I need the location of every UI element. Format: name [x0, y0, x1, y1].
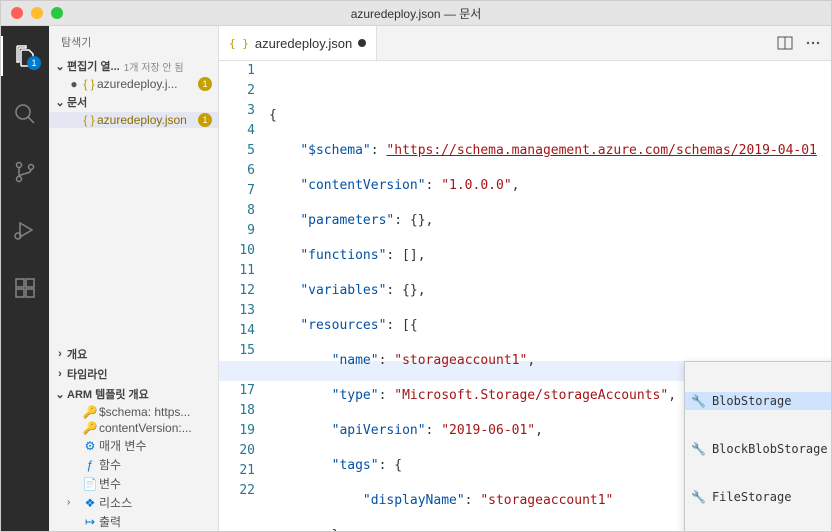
titlebar: azuredeploy.json — 문서	[1, 1, 831, 26]
autocomplete-item[interactable]: 🔧 BlobStorage	[685, 392, 831, 410]
workspace-file-badge: 1	[198, 113, 212, 127]
activity-bar: 1	[1, 26, 49, 531]
chevron-down-icon: ⌄	[53, 388, 67, 401]
chevron-right-icon: ›	[67, 497, 81, 508]
arm-template-label: ARM 템플릿 개요	[67, 386, 149, 402]
workspace-filename: azuredeploy.json	[97, 113, 198, 127]
autocomplete-item[interactable]: 🔧 FileStorage	[685, 488, 831, 506]
chevron-down-icon: ⌄	[53, 96, 67, 109]
chevron-down-icon: ⌄	[53, 60, 67, 73]
chevron-right-icon: ›	[53, 348, 67, 360]
key-icon: 🔑	[81, 421, 99, 435]
debug-tab[interactable]	[1, 210, 49, 250]
source-control-tab[interactable]	[1, 152, 49, 192]
more-actions-button[interactable]	[805, 35, 821, 51]
json-file-icon: { }	[81, 113, 97, 127]
unsaved-count: 1개 저장 안 됨	[124, 59, 184, 74]
split-editor-button[interactable]	[777, 35, 793, 51]
key-icon: 🔑	[81, 405, 99, 419]
open-editor-filename: azuredeploy.j...	[97, 77, 198, 91]
tab-azuredeploy[interactable]: { } azuredeploy.json	[219, 26, 377, 60]
arm-template-section[interactable]: ⌄ ARM 템플릿 개요	[49, 384, 218, 404]
minimize-window[interactable]	[31, 7, 43, 19]
autocomplete-popup: 🔧 BlobStorage 🔧 BlockBlobStorage 🔧 FileS…	[684, 361, 831, 531]
open-editors-label: 편집기 열...	[67, 58, 120, 74]
autocomplete-item[interactable]: 🔧 BlockBlobStorage	[685, 440, 831, 458]
branch-icon	[13, 160, 37, 184]
sidebar-title: 탐색기	[49, 26, 218, 56]
tab-actions	[777, 26, 831, 60]
explorer-tab[interactable]: 1	[1, 36, 49, 76]
extensions-icon	[13, 276, 37, 300]
code-editor[interactable]: 12345678910111213141516171819202122 { "$…	[219, 61, 831, 531]
json-file-icon: { }	[229, 37, 249, 50]
editor-area: { } azuredeploy.json 1234567891011121314…	[219, 26, 831, 531]
more-icon	[805, 35, 821, 51]
split-icon	[777, 35, 793, 51]
maximize-window[interactable]	[51, 7, 63, 19]
workspace-label: 문서	[67, 94, 87, 110]
open-editors-section[interactable]: ⌄ 편집기 열... 1개 저장 안 됨	[49, 56, 218, 76]
variable-icon: 📄	[81, 477, 99, 491]
outline-label: 개요	[67, 346, 87, 362]
gear-icon: ⚙	[81, 439, 99, 453]
open-editor-item[interactable]: ● { } azuredeploy.j... 1	[49, 76, 218, 92]
property-icon: 🔧	[691, 442, 706, 456]
line-numbers: 12345678910111213141516171819202122	[219, 61, 269, 531]
outline-section[interactable]: › 개요	[49, 344, 218, 364]
tab-filename: azuredeploy.json	[255, 36, 352, 51]
tab-bar: { } azuredeploy.json	[219, 26, 831, 61]
outline-item-resources[interactable]: ›❖ 리소스	[49, 493, 218, 512]
outline-item-outputs[interactable]: ↦ 출력	[49, 512, 218, 531]
play-bug-icon	[13, 218, 37, 242]
outline-item-functions[interactable]: ƒ 함수	[49, 455, 218, 474]
modified-dot-icon	[358, 39, 366, 47]
function-icon: ƒ	[81, 458, 99, 472]
close-window[interactable]	[11, 7, 23, 19]
code-content[interactable]: { "$schema": "https://schema.management.…	[269, 61, 831, 531]
modified-dot-icon: ●	[67, 77, 81, 91]
open-editor-badge: 1	[198, 77, 212, 91]
explorer-badge: 1	[27, 56, 41, 70]
workspace-file-item[interactable]: { } azuredeploy.json 1	[49, 112, 218, 128]
window-title: azuredeploy.json — 문서	[1, 5, 831, 22]
workspace-section[interactable]: ⌄ 문서	[49, 92, 218, 112]
property-icon: 🔧	[691, 490, 706, 504]
timeline-section[interactable]: › 타임라인	[49, 364, 218, 384]
timeline-label: 타임라인	[67, 366, 107, 382]
outline-item-schema[interactable]: 🔑 $schema: https...	[49, 404, 218, 420]
outline-item-variables[interactable]: 📄 변수	[49, 474, 218, 493]
window-controls	[1, 7, 63, 19]
outline-item-parameters[interactable]: ⚙ 매개 변수	[49, 436, 218, 455]
chevron-right-icon: ›	[53, 368, 67, 380]
property-icon: 🔧	[691, 394, 706, 408]
json-file-icon: { }	[81, 77, 97, 91]
cube-icon: ❖	[81, 496, 99, 510]
explorer-sidebar: 탐색기 ⌄ 편집기 열... 1개 저장 안 됨 ● { } azuredepl…	[49, 26, 219, 531]
outline-item-contentversion[interactable]: 🔑 contentVersion:...	[49, 420, 218, 436]
search-tab[interactable]	[1, 94, 49, 134]
search-icon	[13, 102, 37, 126]
output-icon: ↦	[81, 515, 99, 529]
extensions-tab[interactable]	[1, 268, 49, 308]
